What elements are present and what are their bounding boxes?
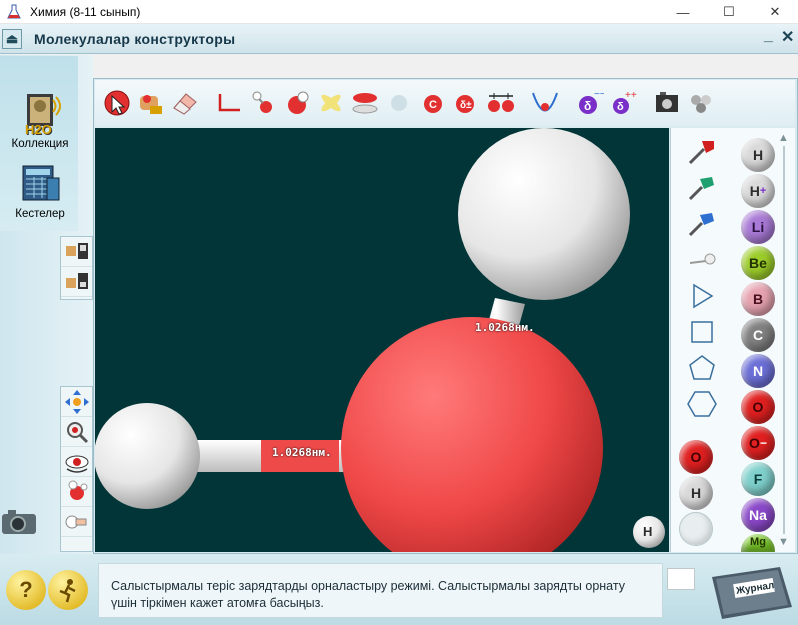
atom-button-o[interactable]: O <box>741 390 775 424</box>
move-arrows-icon[interactable] <box>61 387 92 417</box>
hand-tool-2-icon[interactable] <box>61 267 92 297</box>
selected-atom-oxygen[interactable]: O <box>679 440 713 474</box>
page-title: Молекулалар конструкторы <box>34 30 236 47</box>
toolbar: C δ± δ −− δ ++ <box>95 80 795 126</box>
panel-minimize-button[interactable]: _ <box>764 27 773 45</box>
tables-label: Кестелер <box>15 208 65 220</box>
zoom-magnifier-icon[interactable] <box>61 417 92 447</box>
atom-button-mg[interactable]: Mg <box>741 534 775 552</box>
hydrogen-atom-upper[interactable] <box>458 128 630 300</box>
bond-angle-icon[interactable] <box>213 87 245 119</box>
bond-length-label: 1.0268нм. <box>475 321 535 334</box>
svg-text:C: C <box>429 99 437 111</box>
hexagon-ring-icon[interactable] <box>685 388 719 420</box>
corner-atom-label: H <box>643 524 653 539</box>
side-toolgroup-top <box>60 236 93 300</box>
ball-model-icon[interactable] <box>281 87 313 119</box>
panel-close-button[interactable]: ✕ <box>781 27 794 47</box>
collection-button[interactable]: H2O Коллекция <box>4 92 76 150</box>
collection-formula: H2O <box>25 122 52 137</box>
atom-symbol: O <box>749 435 760 451</box>
atom-palette: O H H H + Li Be B C N O O − F Na Mg ▲ ▼ <box>670 128 795 552</box>
app-header: ⏏ Молекулалар конструкторы _ ✕ <box>0 24 798 54</box>
bond-length-label: 1.0268нм. <box>272 446 332 459</box>
maximize-button[interactable]: ☐ <box>706 0 752 24</box>
scroll-down-arrow-icon[interactable]: ▼ <box>778 536 789 548</box>
rotate-eye-icon[interactable] <box>61 447 92 477</box>
scroll-track[interactable] <box>783 146 785 534</box>
svg-text:δ±: δ± <box>460 100 472 111</box>
select-cursor-icon[interactable] <box>101 87 133 119</box>
molecule-link-icon[interactable] <box>247 87 279 119</box>
journal-button[interactable]: Журнал <box>706 565 794 621</box>
atom-button-li[interactable]: Li <box>741 210 775 244</box>
molecule-viewport[interactable]: 1.0268нм. 1.0268нм. H <box>95 128 669 552</box>
svg-text:−−: −− <box>594 89 604 100</box>
palette-scrollbar[interactable]: ▲ ▼ <box>777 132 791 548</box>
svg-text:δ: δ <box>617 101 624 113</box>
blue-tool-icon[interactable] <box>685 208 719 240</box>
stretch-tool-icon[interactable] <box>61 507 92 537</box>
triangle-ring-icon[interactable] <box>685 280 719 312</box>
collection-label: Коллекция <box>11 138 69 150</box>
orbitals-icon[interactable] <box>315 87 347 119</box>
close-button[interactable]: ✕ <box>752 0 798 24</box>
run-figure-icon[interactable] <box>48 570 88 610</box>
potential-well-icon[interactable] <box>529 87 561 119</box>
up-arrow-icon[interactable]: ⏏ <box>2 28 22 49</box>
atom-rotate-icon[interactable] <box>61 477 92 507</box>
camera-icon[interactable] <box>0 500 40 540</box>
selected-atom-hydrogen[interactable]: H <box>679 476 713 510</box>
window-titlebar: Химия (8-11 сынып) — ☐ ✕ <box>0 0 798 24</box>
red-pin-tool-icon[interactable] <box>685 136 719 168</box>
tables-button[interactable]: Кестелер <box>4 162 76 220</box>
partial-positive-icon[interactable]: δ ++ <box>607 87 639 119</box>
bond-stick-icon[interactable] <box>685 244 719 276</box>
hand-tool-icon[interactable] <box>61 237 92 267</box>
status-hint: Салыстырмалы теріс зарядтарды орналастыр… <box>98 563 663 618</box>
atom-button-b[interactable]: B <box>741 282 775 316</box>
molecule-gallery-icon[interactable] <box>685 87 717 119</box>
atom-button-h[interactable]: H <box>741 138 775 172</box>
app-flask-icon <box>6 4 22 20</box>
oxygen-atom[interactable] <box>341 317 603 552</box>
atom-charge: − <box>759 436 767 450</box>
atom-symbol: H <box>749 183 760 199</box>
hand-stamp-icon[interactable] <box>135 87 167 119</box>
camera-snapshot-icon[interactable] <box>651 87 683 119</box>
water-molecule-model <box>95 128 665 552</box>
scroll-up-arrow-icon[interactable]: ▲ <box>778 132 789 144</box>
charge-icon[interactable]: δ± <box>451 87 483 119</box>
atom-button-be[interactable]: Be <box>741 246 775 280</box>
square-ring-icon[interactable] <box>685 316 719 348</box>
eraser-icon[interactable] <box>169 87 201 119</box>
atom-button-h-plus[interactable]: H + <box>741 174 775 208</box>
partial-negative-icon[interactable]: δ −− <box>573 87 605 119</box>
pentagon-ring-icon[interactable] <box>685 352 719 384</box>
carbon-atom-icon[interactable]: C <box>417 87 449 119</box>
svg-text:++: ++ <box>625 90 637 101</box>
help-button[interactable]: ? <box>6 570 46 610</box>
tables-icon <box>17 162 63 206</box>
atom-button-f[interactable]: F <box>741 462 775 496</box>
minimize-button[interactable]: — <box>660 0 706 24</box>
window-title: Химия (8-11 сынып) <box>30 4 141 19</box>
bond-length-icon[interactable] <box>485 87 517 119</box>
note-paper-icon[interactable] <box>667 568 695 590</box>
svg-text:δ: δ <box>584 99 591 113</box>
side-toolgroup-bottom <box>60 386 93 552</box>
empty-atom-slot[interactable] <box>679 512 713 546</box>
sphere-icon[interactable] <box>383 87 415 119</box>
green-tool-icon[interactable] <box>685 172 719 204</box>
atom-charge: + <box>759 185 767 197</box>
atom-button-c[interactable]: C <box>741 318 775 352</box>
atom-button-o-minus[interactable]: O − <box>741 426 775 460</box>
collection-icon: H2O <box>17 92 63 137</box>
atom-button-na[interactable]: Na <box>741 498 775 532</box>
dumbbell-orbital-icon[interactable] <box>349 87 381 119</box>
hydrogen-atom-left[interactable] <box>95 403 200 509</box>
atom-button-n[interactable]: N <box>741 354 775 388</box>
